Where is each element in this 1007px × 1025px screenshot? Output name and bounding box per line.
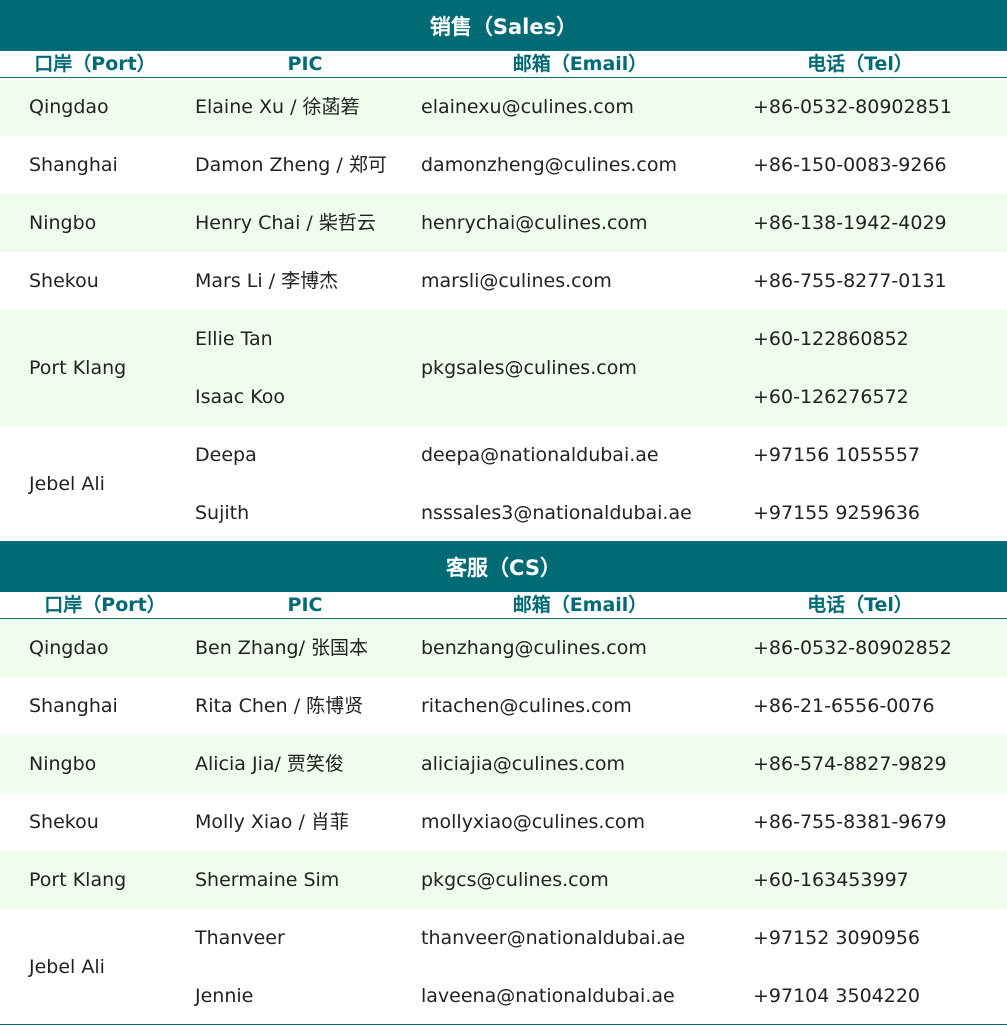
email-link[interactable]: deepa@nationaldubai.ae <box>421 426 659 484</box>
sales-header-row: 口岸（Port） PIC 邮箱（Email） 电话（Tel） <box>0 51 1007 78</box>
email-link[interactable]: henrychai@culines.com <box>421 194 648 252</box>
tel-column-header: 电话（Tel） <box>807 53 913 75</box>
pic-column-header: PIC <box>287 594 323 616</box>
sales-section-title: 销售（Sales） <box>0 0 1007 51</box>
cs-header-row: 口岸（Port） PIC 邮箱（Email） 电话（Tel） <box>0 592 1007 619</box>
tel-cell: +60-126276572 <box>753 386 909 408</box>
port-cell: Jebel Ali <box>29 473 105 495</box>
tel-cell: +86-0532-80902852 <box>753 637 952 659</box>
cs-section-title: 客服（CS） <box>0 541 1007 592</box>
tel-cell: +97152 3090956 <box>753 927 921 949</box>
tel-cell: +86-150-0083-9266 <box>753 154 947 176</box>
email-link[interactable]: benzhang@culines.com <box>421 619 647 677</box>
tel-cell: +97104 3504220 <box>753 985 921 1007</box>
email-link[interactable]: damonzheng@culines.com <box>421 136 677 194</box>
tel-cell: +86-755-8381-9679 <box>753 811 947 833</box>
tel-cell: +86-755-8277-0131 <box>753 270 947 292</box>
table-row: Shekou Molly Xiao / 肖菲 mollyxiao@culines… <box>0 793 1007 851</box>
tel-column-header: 电话（Tel） <box>807 594 913 616</box>
table-row: Jebel Ali Deepa Sujith deepa@nationaldub… <box>0 426 1007 542</box>
port-cell: Port Klang <box>29 357 127 379</box>
table-row: Shekou Mars Li / 李博杰 marsli@culines.com … <box>0 252 1007 310</box>
table-row: Port Klang Ellie Tan Isaac Koo pkgsales@… <box>0 310 1007 426</box>
email-link[interactable]: pkgsales@culines.com <box>421 310 637 426</box>
tel-cell: +86-574-8827-9829 <box>753 753 947 775</box>
email-column-header: 邮箱（Email） <box>512 53 648 75</box>
pic-cell: Damon Zheng / 郑可 <box>195 154 387 176</box>
table-row: Shanghai Rita Chen / 陈博贤 ritachen@culine… <box>0 677 1007 735</box>
pic-cell: Alicia Jia/ 贾笑俊 <box>195 753 344 775</box>
tel-cell: +60-163453997 <box>753 869 909 891</box>
port-cell: Shekou <box>29 811 99 833</box>
pic-cell: Deepa <box>195 444 257 466</box>
pic-cell: Thanveer <box>195 927 285 949</box>
pic-column-header: PIC <box>287 53 323 75</box>
email-link[interactable]: ritachen@culines.com <box>421 677 632 735</box>
port-column-header: 口岸（Port） <box>44 594 166 616</box>
port-cell: Qingdao <box>29 96 109 118</box>
tel-cell: +97155 9259636 <box>753 502 921 524</box>
pic-cell: Molly Xiao / 肖菲 <box>195 811 349 833</box>
pic-cell: Elaine Xu / 徐菡箬 <box>195 96 360 118</box>
email-link[interactable]: laveena@nationaldubai.ae <box>421 967 675 1025</box>
email-link[interactable]: marsli@culines.com <box>421 252 612 310</box>
port-cell: Shanghai <box>29 695 118 717</box>
email-link[interactable]: pkgcs@culines.com <box>421 851 609 909</box>
port-cell: Qingdao <box>29 637 109 659</box>
email-link[interactable]: mollyxiao@culines.com <box>421 793 645 851</box>
table-row: Qingdao Ben Zhang/ 张国本 benzhang@culines.… <box>0 619 1007 677</box>
port-cell: Ningbo <box>29 212 97 234</box>
port-cell: Jebel Ali <box>29 956 105 978</box>
table-row: Shanghai Damon Zheng / 郑可 damonzheng@cul… <box>0 136 1007 194</box>
email-link[interactable]: aliciajia@culines.com <box>421 735 625 793</box>
pic-cell: Isaac Koo <box>195 386 286 408</box>
tel-cell: +86-138-1942-4029 <box>753 212 947 234</box>
email-link[interactable]: nsssales3@nationaldubai.ae <box>421 484 692 542</box>
port-cell: Ningbo <box>29 753 97 775</box>
port-cell: Shanghai <box>29 154 118 176</box>
pic-cell: Henry Chai / 柴哲云 <box>195 212 376 234</box>
pic-cell: Mars Li / 李博杰 <box>195 270 339 292</box>
contact-page: 销售（Sales） 口岸（Port） PIC 邮箱（Email） 电话（Tel）… <box>0 0 1007 1025</box>
email-link[interactable]: thanveer@nationaldubai.ae <box>421 909 685 967</box>
tel-cell: +97156 1055557 <box>753 444 921 466</box>
pic-cell: Sujith <box>195 502 250 524</box>
table-row: Ningbo Henry Chai / 柴哲云 henrychai@culine… <box>0 194 1007 252</box>
table-row: Ningbo Alicia Jia/ 贾笑俊 aliciajia@culines… <box>0 735 1007 793</box>
tel-cell: +86-21-6556-0076 <box>753 695 935 717</box>
port-cell: Port Klang <box>29 869 127 891</box>
table-row: Port Klang Shermaine Sim pkgcs@culines.c… <box>0 851 1007 909</box>
port-column-header: 口岸（Port） <box>34 53 156 75</box>
pic-cell: Rita Chen / 陈博贤 <box>195 695 364 717</box>
email-link[interactable]: elainexu@culines.com <box>421 78 634 136</box>
table-row: Jebel Ali Thanveer Jennie thanveer@natio… <box>0 909 1007 1025</box>
tel-cell: +86-0532-80902851 <box>753 96 952 118</box>
email-column-header: 邮箱（Email） <box>512 594 648 616</box>
pic-cell: Ben Zhang/ 张国本 <box>195 637 369 659</box>
pic-cell: Jennie <box>195 985 254 1007</box>
port-cell: Shekou <box>29 270 99 292</box>
tel-cell: +60-122860852 <box>753 328 909 350</box>
pic-cell: Ellie Tan <box>195 328 273 350</box>
table-row: Qingdao Elaine Xu / 徐菡箬 elainexu@culines… <box>0 78 1007 136</box>
pic-cell: Shermaine Sim <box>195 869 340 891</box>
